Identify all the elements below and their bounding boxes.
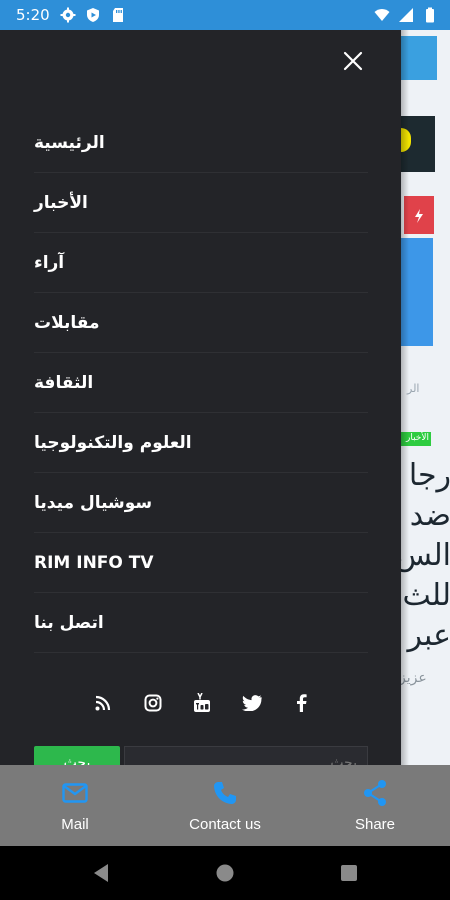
menu-item-culture[interactable]: الثقافة <box>34 353 368 413</box>
signal-icon <box>398 7 414 23</box>
share-icon <box>362 778 388 808</box>
share-label: Share <box>354 816 396 833</box>
menu-item-label: الرئيسية <box>34 132 105 153</box>
system-navigation-bar <box>0 846 450 900</box>
rss-icon[interactable] <box>92 692 114 714</box>
gear-icon <box>60 7 76 23</box>
menu-item-label: الأخبار <box>34 192 88 213</box>
youtube-icon[interactable] <box>191 692 213 714</box>
menu-item-label: سوشيال ميديا <box>34 492 153 513</box>
contact-us-button[interactable]: Contact us <box>150 765 300 846</box>
contact-us-label: Contact us <box>189 816 261 833</box>
search-button[interactable]: بحث <box>34 746 120 765</box>
menu-item-label: آراء <box>34 252 65 273</box>
close-icon <box>343 51 363 71</box>
home-icon[interactable] <box>214 862 236 884</box>
shield-play-icon <box>85 7 101 23</box>
navigation-drawer: الرئيسية الأخبار آراء مقابلات الثقافة ال… <box>0 30 401 765</box>
menu-item-science-tech[interactable]: العلوم والتكنولوجيا <box>34 413 368 473</box>
menu-item-news[interactable]: الأخبار <box>34 173 368 233</box>
twitter-icon[interactable] <box>241 692 263 714</box>
status-bar: 5:20 <box>0 0 450 30</box>
mail-icon <box>62 778 88 808</box>
menu-item-home[interactable]: الرئيسية <box>34 113 368 173</box>
menu-item-contact[interactable]: اتصل بنا <box>34 593 368 653</box>
menu-item-social-media[interactable]: سوشيال ميديا <box>34 473 368 533</box>
menu-item-label: العلوم والتكنولوجيا <box>34 432 192 453</box>
phone-icon <box>212 778 238 808</box>
instagram-icon[interactable] <box>142 692 164 714</box>
back-icon[interactable] <box>90 862 112 884</box>
menu-item-interviews[interactable]: مقابلات <box>34 293 368 353</box>
menu-item-rim-info-tv[interactable]: RIM INFO TV <box>34 533 368 593</box>
sd-card-icon <box>110 7 126 23</box>
battery-icon <box>422 7 438 23</box>
wifi-icon <box>374 7 390 23</box>
search-input[interactable] <box>124 746 368 765</box>
facebook-icon[interactable] <box>290 692 312 714</box>
menu-item-label: مقابلات <box>34 312 100 333</box>
menu-item-label: RIM INFO TV <box>34 552 154 573</box>
menu-item-label: اتصل بنا <box>34 612 104 633</box>
recents-icon[interactable] <box>338 862 360 884</box>
menu-item-label: الثقافة <box>34 372 94 393</box>
status-time: 5:20 <box>16 6 50 24</box>
menu-item-opinions[interactable]: آراء <box>34 233 368 293</box>
share-button[interactable]: Share <box>300 765 450 846</box>
close-drawer-button[interactable] <box>338 46 368 76</box>
social-links <box>92 690 312 716</box>
drawer-menu: الرئيسية الأخبار آراء مقابلات الثقافة ال… <box>34 113 368 653</box>
drawer-shadow <box>401 30 409 765</box>
search-button-label: بحث <box>63 755 91 765</box>
mail-button[interactable]: Mail <box>0 765 150 846</box>
bottom-action-bar: Mail Contact us Share <box>0 765 450 846</box>
mail-label: Mail <box>61 816 89 833</box>
